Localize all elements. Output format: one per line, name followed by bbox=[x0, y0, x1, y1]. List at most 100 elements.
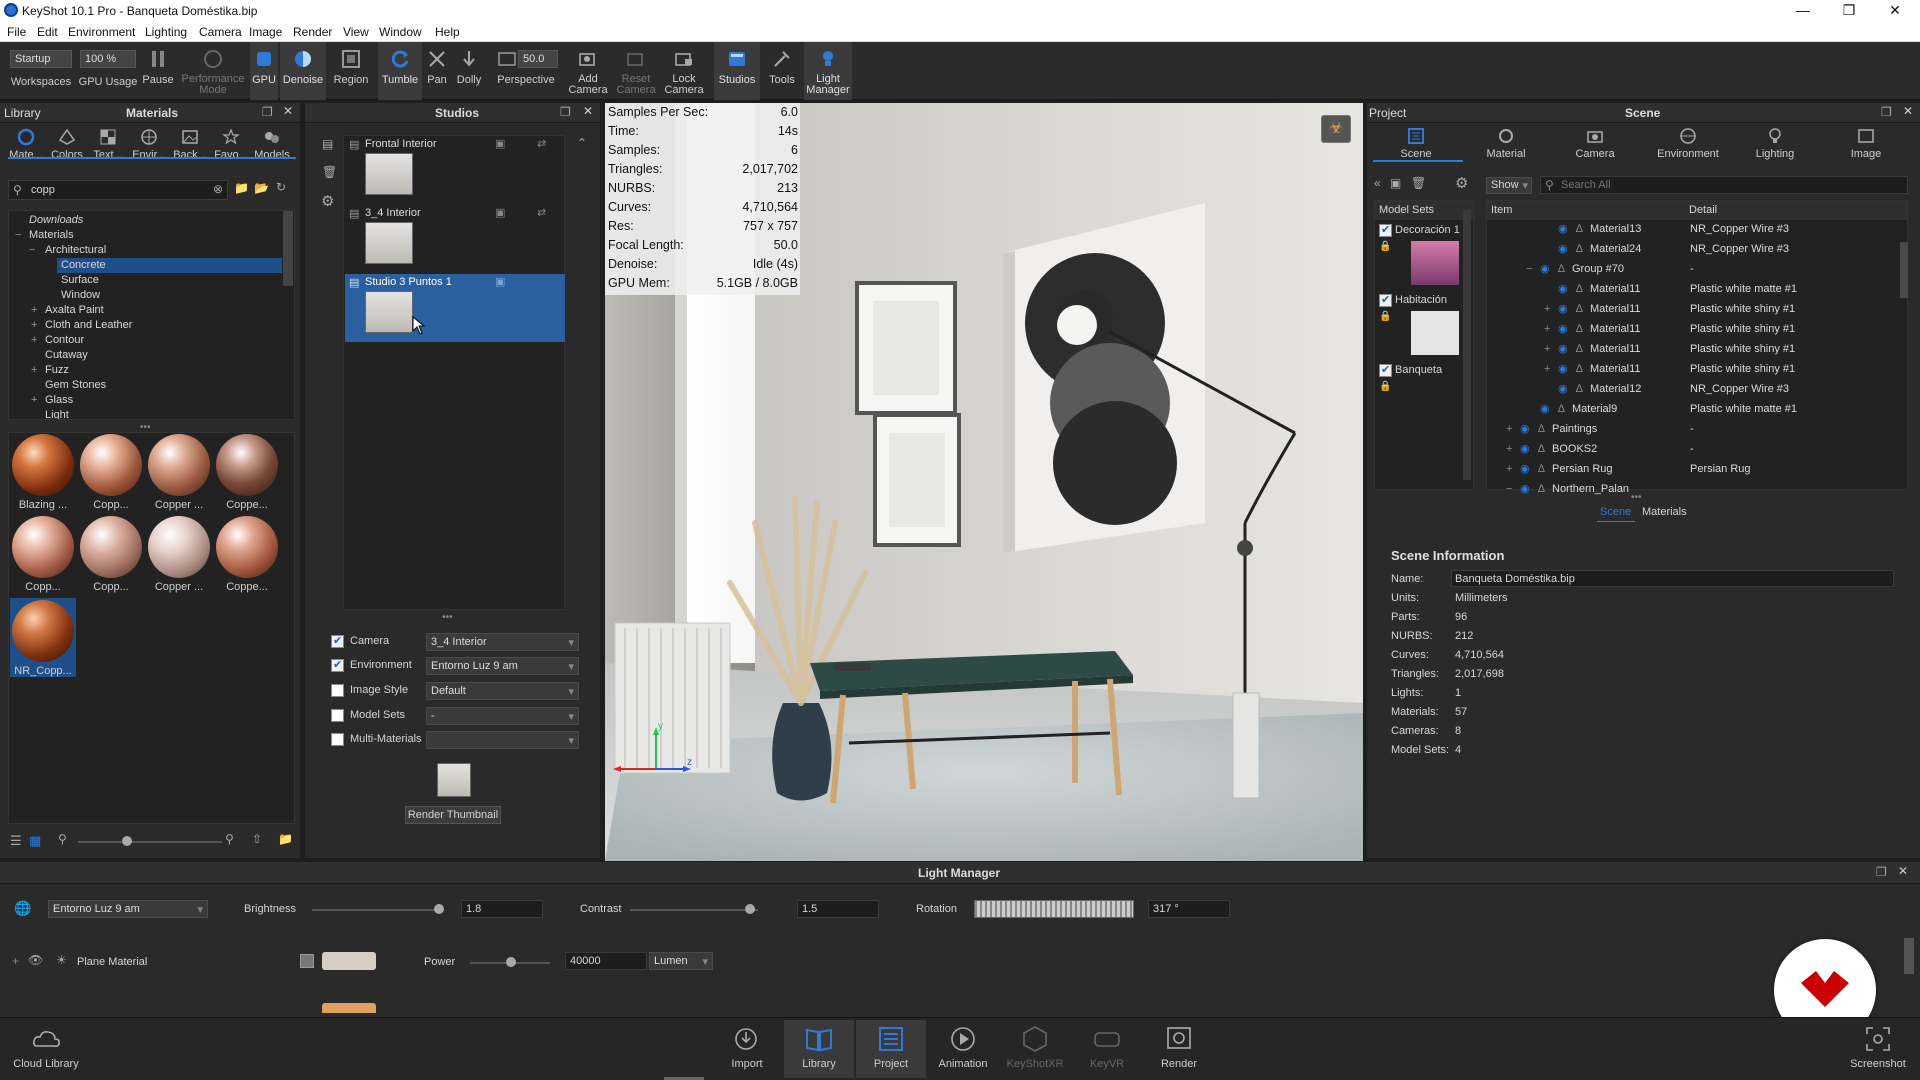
contrast-slider[interactable] bbox=[630, 909, 758, 911]
render-button[interactable]: Render bbox=[1144, 1020, 1214, 1078]
material-thumbnail-selected[interactable]: NR_Copp... bbox=[10, 598, 76, 677]
visibility-eye-icon[interactable]: ◉ bbox=[1558, 302, 1568, 321]
lock-icon[interactable]: 🔒 bbox=[1379, 311, 1391, 322]
material-thumbnail[interactable]: Copp... bbox=[78, 516, 144, 593]
scene-tree-item[interactable]: Material11 bbox=[1590, 343, 1641, 362]
pan-button[interactable]: Pan bbox=[424, 42, 450, 100]
visibility-eye-icon[interactable]: 👁 bbox=[28, 953, 43, 967]
menu-view[interactable]: View bbox=[343, 25, 369, 39]
studio-camera-icon[interactable]: ▣ bbox=[495, 137, 505, 150]
screenshot-button[interactable]: Screenshot bbox=[1840, 1020, 1916, 1078]
studio-item[interactable]: ▤ 3_4 Interior ▣ ⇄ bbox=[345, 205, 565, 273]
scene-tree-item[interactable]: BOOKS2 bbox=[1552, 443, 1597, 462]
material-thumbnail[interactable]: Copper ... bbox=[146, 434, 212, 511]
folder-import-icon[interactable]: 📁 bbox=[278, 832, 293, 846]
material-thumbnail[interactable]: Blazing ... bbox=[10, 434, 76, 511]
clear-search-icon[interactable]: ⊗ bbox=[213, 182, 223, 196]
add-studio-icon[interactable]: ▤ bbox=[322, 137, 333, 151]
folder-icon[interactable]: 📁 bbox=[234, 181, 249, 195]
import-button[interactable]: Import bbox=[712, 1020, 782, 1078]
multi-materials-checkbox[interactable] bbox=[331, 733, 344, 746]
scene-tree-item[interactable]: Northern_Palan bbox=[1552, 483, 1629, 502]
image-style-checkbox[interactable] bbox=[331, 684, 344, 697]
light-color-swatch[interactable] bbox=[322, 952, 376, 970]
visibility-eye-icon[interactable]: ◉ bbox=[1558, 282, 1568, 301]
pause-button[interactable]: Pause bbox=[140, 42, 176, 100]
tree-item[interactable]: Axalta Paint bbox=[45, 303, 104, 318]
menu-help[interactable]: Help bbox=[435, 25, 460, 39]
project-tab-environment[interactable]: Environment bbox=[1650, 127, 1726, 160]
collapse-all-icon[interactable]: ⌃ bbox=[577, 136, 587, 150]
restore-icon[interactable]: ❐ bbox=[1826, 0, 1872, 22]
image-style-dropdown[interactable]: Default ▾ bbox=[426, 682, 579, 700]
lock-camera-button[interactable]: Lock Camera bbox=[662, 42, 706, 100]
scene-tree-item[interactable]: Paintings bbox=[1552, 423, 1597, 442]
dolly-button[interactable]: Dolly bbox=[453, 42, 485, 100]
model-sets-checkbox[interactable] bbox=[331, 709, 344, 722]
keyshotxr-button[interactable]: KeyShotXR bbox=[1000, 1020, 1070, 1078]
delete-icon[interactable]: 🗑 bbox=[1411, 176, 1426, 190]
power-input[interactable]: 40000 bbox=[565, 952, 647, 970]
expand-icon[interactable]: + bbox=[12, 954, 19, 968]
render-viewport[interactable]: y z ☣ Samples Per Sec: 6.0 Time: 14s Samples… bbox=[605, 103, 1363, 861]
tree-item[interactable]: Cloth and Leather bbox=[45, 318, 132, 333]
visibility-eye-icon[interactable]: ◉ bbox=[1520, 482, 1530, 501]
reset-camera-button[interactable]: Reset Camera bbox=[614, 42, 658, 100]
rotation-dial[interactable] bbox=[974, 900, 1134, 918]
visibility-eye-icon[interactable]: ◉ bbox=[1540, 262, 1550, 281]
camera-lock-overlay-icon[interactable]: ☣ bbox=[1321, 115, 1351, 143]
minimize-icon[interactable]: — bbox=[1780, 0, 1826, 22]
project-button[interactable]: Project bbox=[856, 1020, 926, 1078]
tree-item[interactable]: Gem Stones bbox=[45, 378, 106, 393]
splitter-handle[interactable]: ••• bbox=[442, 612, 453, 623]
tree-item[interactable]: Fuzz bbox=[45, 363, 69, 378]
visibility-eye-icon[interactable]: ◉ bbox=[1558, 322, 1568, 341]
library-search-field[interactable]: ⚲ copp ⊗ bbox=[8, 180, 228, 200]
menu-lighting[interactable]: Lighting bbox=[145, 25, 187, 39]
visibility-eye-icon[interactable]: ◉ bbox=[1558, 362, 1568, 381]
studios-close-icon[interactable]: ✕ bbox=[583, 104, 593, 118]
scene-tree-item[interactable]: Group #70 bbox=[1572, 263, 1624, 282]
list-view-icon[interactable]: ☰ bbox=[10, 833, 22, 849]
tree-expand-icon[interactable]: + bbox=[1544, 303, 1550, 322]
scene-tree-item[interactable]: Material11 bbox=[1590, 323, 1641, 342]
light-manager-scrollbar[interactable] bbox=[1904, 938, 1914, 974]
info-value[interactable]: Banqueta Doméstika.bip bbox=[1455, 573, 1575, 585]
tree-item[interactable]: Surface bbox=[61, 273, 99, 288]
scene-tree-item[interactable]: Persian Rug bbox=[1552, 463, 1613, 482]
tree-expand-icon[interactable]: + bbox=[31, 318, 37, 333]
scene-tree-item[interactable]: Material11 bbox=[1590, 303, 1641, 322]
tree-collapse-icon[interactable]: − bbox=[29, 243, 35, 258]
menu-window[interactable]: Window bbox=[379, 25, 422, 39]
material-thumbnail[interactable]: Copp... bbox=[78, 434, 144, 511]
delete-studio-icon[interactable]: 🗑 bbox=[322, 165, 337, 179]
tree-item[interactable]: Downloads bbox=[29, 213, 83, 228]
material-thumbnail[interactable]: Copper ... bbox=[146, 516, 212, 593]
gpu-usage-button[interactable]: GPU Usage bbox=[78, 42, 138, 100]
material-thumbnail[interactable]: Copp... bbox=[10, 516, 76, 593]
tree-collapse-icon[interactable]: − bbox=[1506, 483, 1512, 502]
keyvr-button[interactable]: KeyVR bbox=[1072, 1020, 1142, 1078]
model-sets-dropdown[interactable]: - ▾ bbox=[426, 707, 579, 725]
camera-dropdown[interactable]: 3_4 Interior ▾ bbox=[426, 633, 579, 651]
tree-expand-icon[interactable]: + bbox=[31, 303, 37, 318]
environment-checkbox[interactable] bbox=[331, 658, 344, 672]
tree-item-selected[interactable]: Concrete bbox=[57, 258, 282, 273]
scene-tree-scrollbar[interactable] bbox=[1900, 242, 1908, 298]
scene-tree-item[interactable]: Material12 bbox=[1590, 383, 1641, 402]
visibility-eye-icon[interactable]: ◉ bbox=[1558, 222, 1568, 241]
light-environment-dropdown[interactable]: Entorno Luz 9 am ▾ bbox=[48, 900, 208, 918]
undock-icon[interactable]: ❐ bbox=[1876, 865, 1887, 879]
tree-expand-icon[interactable]: + bbox=[1544, 363, 1550, 382]
menu-file[interactable]: File bbox=[7, 25, 26, 39]
workspaces-button[interactable]: Workspaces bbox=[5, 42, 77, 100]
denoise-toggle[interactable]: Denoise bbox=[280, 42, 326, 100]
model-set-thumbnail[interactable] bbox=[1411, 311, 1459, 355]
second-light-color-swatch[interactable] bbox=[322, 1003, 376, 1013]
visibility-eye-icon[interactable]: ◉ bbox=[1520, 422, 1530, 441]
undock-icon[interactable]: ❐ bbox=[262, 105, 273, 119]
model-set-checkbox[interactable] bbox=[1379, 363, 1392, 377]
tree-expand-icon[interactable]: + bbox=[1506, 423, 1512, 442]
contrast-input[interactable]: 1.5 bbox=[797, 900, 879, 918]
new-folder-icon[interactable]: 📂 bbox=[254, 181, 269, 195]
